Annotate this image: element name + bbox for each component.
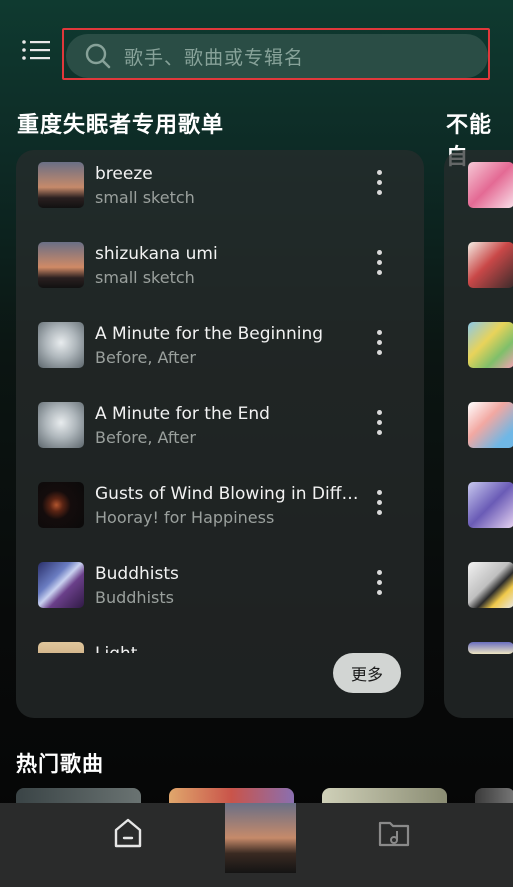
hot-song-card[interactable] <box>475 788 513 804</box>
album-cover <box>38 402 84 448</box>
hot-song-card[interactable] <box>169 788 294 804</box>
song-title: A Minute for the Beginning <box>95 324 324 344</box>
song-item[interactable]: breeze small sketch <box>16 150 424 230</box>
more-options-icon[interactable] <box>372 170 386 202</box>
album-cover <box>38 562 84 608</box>
playlist-title: 重度失眠者专用歌单 <box>17 113 225 138</box>
album-cover[interactable] <box>468 402 513 448</box>
song-title: Gusts of Wind Blowing in Differe… <box>95 484 360 504</box>
search-icon <box>85 43 111 69</box>
song-item[interactable]: A Minute for the End Before, After <box>16 390 424 470</box>
search-input[interactable]: 歌手、歌曲或专辑名 <box>66 34 488 78</box>
more-options-icon[interactable] <box>372 570 386 602</box>
song-artist: small sketch <box>95 188 195 207</box>
album-cover[interactable] <box>468 322 513 368</box>
more-options-icon[interactable] <box>372 330 386 362</box>
song-artist: Before, After <box>95 348 196 367</box>
menu-icon <box>22 40 50 60</box>
search-bar[interactable]: 歌手、歌曲或专辑名 <box>62 28 490 80</box>
song-artist: small sketch <box>95 268 195 287</box>
album-cover <box>38 322 84 368</box>
search-placeholder: 歌手、歌曲或专辑名 <box>124 46 305 69</box>
more-options-icon[interactable] <box>372 410 386 442</box>
hot-song-card[interactable] <box>322 788 447 804</box>
menu-button[interactable] <box>20 36 54 66</box>
song-item[interactable]: shizukana umi small sketch <box>16 230 424 310</box>
song-title: Light <box>95 644 360 653</box>
song-artist: Buddhists <box>95 588 174 607</box>
album-cover <box>38 242 84 288</box>
song-artist: Hooray! for Happiness <box>95 508 275 527</box>
music-folder-icon[interactable] <box>376 815 412 851</box>
home-icon[interactable] <box>110 815 146 851</box>
album-cover <box>38 642 84 653</box>
more-options-icon[interactable] <box>372 250 386 282</box>
more-options-icon[interactable] <box>372 490 386 522</box>
song-artist: Before, After <box>95 428 196 447</box>
album-cover[interactable] <box>468 162 513 208</box>
song-item[interactable]: Gusts of Wind Blowing in Differe… Hooray… <box>16 470 424 550</box>
song-item[interactable]: Light <box>16 630 424 653</box>
song-item[interactable]: A Minute for the Beginning Before, After <box>16 310 424 390</box>
playlist2-card <box>444 150 513 718</box>
now-playing-cover[interactable] <box>225 803 296 873</box>
more-button[interactable]: 更多 <box>333 653 401 693</box>
playlist-card: breeze small sketch shizukana umi small … <box>16 150 424 718</box>
song-title: shizukana umi <box>95 244 218 264</box>
hot-songs-title: 热门歌曲 <box>16 752 104 776</box>
bottom-nav <box>0 803 513 887</box>
song-item[interactable]: Buddhists Buddhists <box>16 550 424 630</box>
album-cover <box>38 482 84 528</box>
album-cover <box>38 162 84 208</box>
song-title: A Minute for the End <box>95 404 270 424</box>
album-cover[interactable] <box>468 482 513 528</box>
album-cover[interactable] <box>468 642 513 654</box>
hot-song-card[interactable] <box>16 788 141 804</box>
album-cover[interactable] <box>468 242 513 288</box>
song-list: breeze small sketch shizukana umi small … <box>16 150 424 653</box>
album-cover[interactable] <box>468 562 513 608</box>
song-title: Buddhists <box>95 564 179 584</box>
song-title: breeze <box>95 164 153 184</box>
hot-songs-row <box>0 788 513 804</box>
